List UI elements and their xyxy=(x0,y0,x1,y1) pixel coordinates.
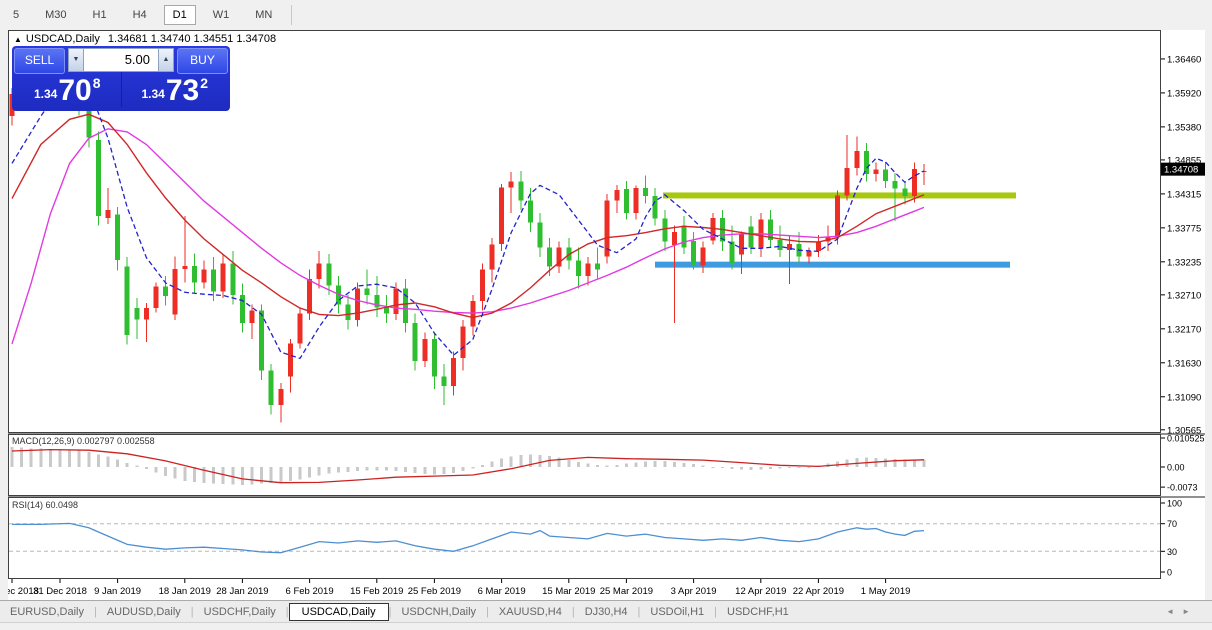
macd-axis-label: 0.010525 xyxy=(1167,433,1205,443)
chart-symbol-label: USDCAD,Daily xyxy=(25,33,100,45)
date-axis-label: 31 Dec 2018 xyxy=(33,586,87,597)
volume-up-button[interactable]: ▲ xyxy=(158,48,174,72)
price-axis-label: 1.36460 xyxy=(1167,54,1201,65)
macd-label: MACD(12,26,9) 0.002797 0.002558 xyxy=(12,436,155,446)
chart-ohlc-values: 1.34681 1.34740 1.34551 1.34708 xyxy=(107,33,277,45)
timeframe-button-mn[interactable]: MN xyxy=(246,5,281,25)
sell-button[interactable]: SELL xyxy=(14,48,65,74)
price-axis-label: 1.31090 xyxy=(1167,392,1201,403)
volume-stepper: ▼ 5.00 ▲ xyxy=(68,48,174,72)
bid-price-big: 70 xyxy=(58,74,92,107)
date-axis-label: 3 Apr 2019 xyxy=(671,586,717,597)
timeframe-toolbar: 5 M30 H1 H4 D1 W1 MN xyxy=(0,0,1212,29)
price-axis-label: 1.35920 xyxy=(1167,88,1201,99)
ask-price-prefix: 1.34 xyxy=(141,87,165,101)
volume-input[interactable]: 5.00 xyxy=(84,48,158,72)
buy-button[interactable]: BUY xyxy=(177,48,228,74)
toolbar-separator xyxy=(291,4,293,25)
price-axis-label: 1.35380 xyxy=(1167,122,1201,133)
timeframe-buttons: 5 M30 H1 H4 D1 W1 MN xyxy=(0,4,285,25)
collapse-quotes-icon[interactable]: ▲ xyxy=(14,35,22,44)
tab-xauusd-h4[interactable]: XAUUSD,H4 xyxy=(489,604,572,620)
trade-controls-row: SELL ▼ 5.00 ▲ BUY xyxy=(14,48,228,74)
bid-price-prefix: 1.34 xyxy=(33,87,58,101)
bid-price-pip: 8 xyxy=(92,75,101,91)
one-click-trading-panel: SELL ▼ 5.00 ▲ BUY 1.34 70 8 1.34 73 2 xyxy=(12,46,230,111)
chart-window[interactable]: 1.36460 1.35920 1.35380 1.34855 1.34315 1.337… xyxy=(8,30,1205,600)
date-axis-label: 12 Apr 2019 xyxy=(735,586,786,597)
date-axis-label: 18 Jan 2019 xyxy=(159,586,211,597)
tab-usdchf-daily[interactable]: USDCHF,Daily xyxy=(194,604,286,620)
price-axis-label: 1.32170 xyxy=(1167,324,1201,335)
chart-title: ▲ USDCAD,Daily 1.34681 1.34740 1.34551 1.3… xyxy=(14,33,276,45)
tab-scroll-right-icon[interactable]: ► xyxy=(1182,607,1198,616)
price-axis-label: 1.32710 xyxy=(1167,290,1201,301)
date-axis-label: 6 Feb 2019 xyxy=(286,586,334,597)
ask-price-pip: 2 xyxy=(200,75,209,91)
date-axis-label: 22 Apr 2019 xyxy=(793,586,844,597)
rsi-axis-label: 100 xyxy=(1167,499,1182,509)
date-axis-label: 9 Jan 2019 xyxy=(94,586,141,597)
date-axis-label: 6 Mar 2019 xyxy=(478,586,526,597)
tab-audusd-daily[interactable]: AUDUSD,Daily xyxy=(97,604,191,620)
rsi-axis-label: 0 xyxy=(1167,568,1172,578)
ask-price[interactable]: 1.34 73 2 xyxy=(122,72,229,107)
current-price-value: 1.34708 xyxy=(1164,165,1198,176)
support-line xyxy=(655,261,1010,268)
symbol-tabs: EURUSD,Daily | AUDUSD,Daily | USDCHF,Daily | U… xyxy=(0,602,799,621)
macd-axis-label: -0.0073 xyxy=(1167,483,1198,493)
date-axis-label: 28 Jan 2019 xyxy=(216,586,268,597)
timeframe-button-w1[interactable]: W1 xyxy=(204,5,239,25)
tab-usdcnh-daily[interactable]: USDCNH,Daily xyxy=(391,604,486,620)
price-axis-label: 1.33775 xyxy=(1167,223,1201,234)
tab-dj30-h4[interactable]: DJ30,H4 xyxy=(575,604,638,620)
tab-scroll-left-icon[interactable]: ◄ xyxy=(1166,607,1182,616)
tab-usdoil-h1[interactable]: USDOil,H1 xyxy=(640,604,714,620)
price-axis-label: 1.33235 xyxy=(1167,257,1201,268)
bid-ask-display: 1.34 70 8 1.34 73 2 xyxy=(14,72,228,107)
timeframe-button-d1[interactable]: D1 xyxy=(163,4,196,25)
date-axis-label: 15 Feb 2019 xyxy=(350,586,403,597)
bid-price[interactable]: 1.34 70 8 xyxy=(14,72,122,107)
date-axis-label: 15 Mar 2019 xyxy=(542,586,595,597)
macd-axis-label: 0.00 xyxy=(1167,463,1185,473)
rsi-label: RSI(14) 60.0498 xyxy=(12,500,78,510)
tab-usdcad-daily[interactable]: USDCAD,Daily xyxy=(288,603,389,621)
volume-down-button[interactable]: ▼ xyxy=(68,48,84,72)
date-axis-label: 25 Feb 2019 xyxy=(408,586,461,597)
ask-price-big: 73 xyxy=(165,74,200,107)
tab-eurusd-daily[interactable]: EURUSD,Daily xyxy=(0,604,94,620)
timeframe-button-m30[interactable]: M30 xyxy=(36,5,75,25)
rsi-axis-label: 30 xyxy=(1167,547,1177,557)
symbol-tab-bar: EURUSD,Daily | AUDUSD,Daily | USDCHF,Daily | U… xyxy=(0,600,1212,622)
timeframe-button-h4[interactable]: H4 xyxy=(124,5,156,25)
price-axis-label: 1.31630 xyxy=(1167,358,1201,369)
date-axis-label: 25 Mar 2019 xyxy=(600,586,653,597)
price-axis-label: 1.34315 xyxy=(1167,189,1201,200)
timeframe-button-5[interactable]: 5 xyxy=(4,5,28,25)
date-axis-label: 1 May 2019 xyxy=(861,586,911,597)
tab-usdchf-h1[interactable]: USDCHF,H1 xyxy=(717,604,799,620)
price-chart[interactable]: 1.364601.359201.353801.348551.343151.337… xyxy=(8,30,1205,600)
timeframe-button-h1[interactable]: H1 xyxy=(84,5,116,25)
rsi-axis-label: 70 xyxy=(1167,519,1177,529)
tab-scroll-arrows: ◄► xyxy=(1166,607,1198,616)
